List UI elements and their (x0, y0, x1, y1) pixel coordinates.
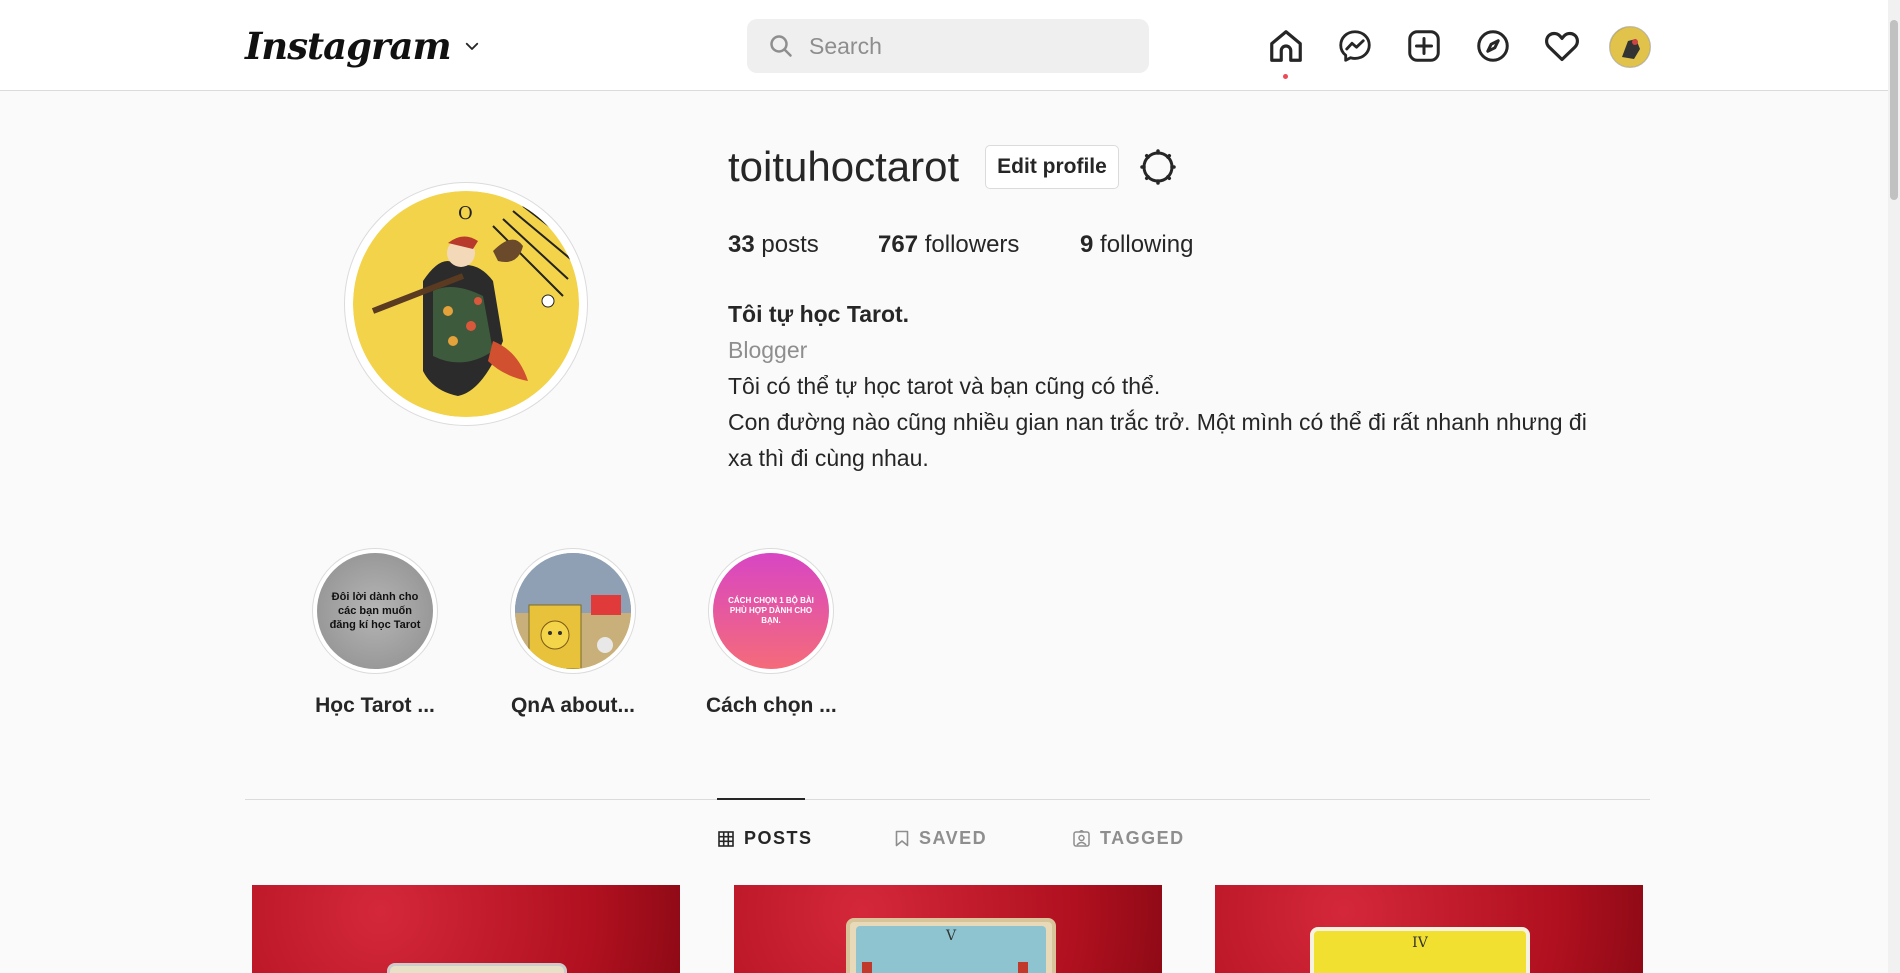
tab-posts[interactable]: POSTS (718, 828, 813, 849)
tabs-divider (245, 799, 1650, 800)
bio-full-name: Tôi tự học Tarot. (728, 301, 910, 327)
notification-dot (1283, 74, 1288, 79)
bio-line: xa thì đi cùng nhau. (728, 445, 929, 471)
search-box[interactable] (747, 19, 1149, 73)
profile-username: toituhoctarot (728, 143, 960, 190)
edit-profile-button[interactable]: Edit profile (985, 145, 1119, 189)
posts-count-value: 33 (728, 231, 755, 258)
messenger-icon (1339, 30, 1371, 62)
tarot-card-image: V (846, 918, 1056, 973)
followers-count-value: 767 (878, 231, 919, 258)
grid-icon (718, 830, 734, 847)
story-highlight[interactable]: QnA about... (508, 548, 638, 718)
tagged-user-icon (1073, 830, 1090, 847)
highlight-label: Cách chọn ... (706, 694, 837, 717)
tab-saved[interactable]: SAVED (895, 828, 987, 849)
bookmark-icon (895, 830, 909, 847)
post-thumbnail[interactable] (252, 885, 680, 973)
profile-bio: Tôi tự học Tarot. Blogger Tôi có thể tự … (728, 296, 1648, 476)
activity-button[interactable] (1542, 26, 1582, 66)
story-highlight[interactable]: CÁCH CHỌN 1 BỘ BÀI PHÙ HỢP DÀNH CHO BẠN.… (706, 548, 837, 718)
chevron-down-icon (465, 42, 478, 50)
followers-count-label: followers (924, 231, 1020, 258)
home-button[interactable] (1266, 26, 1306, 66)
tab-tagged[interactable]: TAGGED (1073, 828, 1185, 849)
story-highlight[interactable]: Đôi lời dành cho các bạn muốn đăng kí họ… (310, 548, 440, 718)
tab-label: TAGGED (1100, 828, 1185, 848)
new-post-button[interactable] (1404, 26, 1444, 66)
settings-gear-icon[interactable] (1138, 147, 1178, 187)
activity-heart-icon (1545, 31, 1579, 62)
highlight-label: Học Tarot ... (315, 694, 435, 717)
following-count-value: 9 (1080, 231, 1094, 258)
highlight-cover (510, 548, 636, 674)
page-scrollbar[interactable] (1888, 0, 1900, 973)
home-icon (1270, 30, 1302, 62)
post-thumbnail[interactable]: IV (1215, 885, 1643, 973)
highlight-cover-text: Đôi lời dành cho các bạn muốn đăng kí họ… (317, 553, 433, 669)
new-post-icon (1408, 30, 1440, 62)
bio-line: Con đường nào cũng nhiều gian nan trắc t… (728, 409, 1587, 435)
search-icon (770, 35, 792, 57)
fool-tarot-card-icon: O (353, 191, 579, 417)
explore-button[interactable] (1473, 26, 1513, 66)
svg-text:O: O (458, 203, 473, 224)
tab-label: SAVED (919, 828, 988, 848)
card-label: IV (1412, 935, 1428, 951)
bio-line: Tôi có thể tự học tarot và bạn cũng có t… (728, 373, 1161, 399)
tarot-card-image (387, 963, 567, 973)
explore-icon (1477, 30, 1509, 62)
following-link[interactable]: 9 following (1080, 231, 1193, 259)
search-input[interactable] (809, 32, 1129, 60)
post-thumbnail[interactable]: V (734, 885, 1162, 973)
tab-label: POSTS (744, 828, 813, 848)
highlight-cover-image (515, 553, 631, 669)
profile-avatar[interactable] (1609, 26, 1651, 68)
sun-card-icon (515, 553, 631, 669)
top-navigation-bar: Instagram (0, 0, 1900, 91)
posts-count[interactable]: 33 posts (728, 231, 819, 259)
profile-picture[interactable]: O (344, 182, 588, 426)
following-count-label: following (1100, 231, 1194, 258)
highlight-cover: CÁCH CHỌN 1 BỘ BÀI PHÙ HỢP DÀNH CHO BẠN. (708, 548, 834, 674)
messenger-button[interactable] (1335, 26, 1375, 66)
logo-switcher[interactable]: Instagram (245, 24, 481, 68)
posts-count-label: posts (761, 231, 819, 258)
tarot-card-image: IV (1310, 927, 1530, 973)
active-tab-indicator (717, 798, 805, 800)
instagram-logo[interactable]: Instagram (245, 24, 452, 68)
highlight-label: QnA about... (510, 694, 636, 717)
highlight-cover: Đôi lời dành cho các bạn muốn đăng kí họ… (312, 548, 438, 674)
highlight-cover-text: CÁCH CHỌN 1 BỘ BÀI PHÙ HỢP DÀNH CHO BẠN. (713, 553, 829, 669)
avatar-image-icon (1610, 27, 1650, 67)
bio-category: Blogger (728, 337, 808, 363)
card-label: V (945, 928, 957, 944)
scrollbar-thumb[interactable] (1890, 20, 1898, 200)
followers-link[interactable]: 767 followers (878, 231, 1019, 259)
